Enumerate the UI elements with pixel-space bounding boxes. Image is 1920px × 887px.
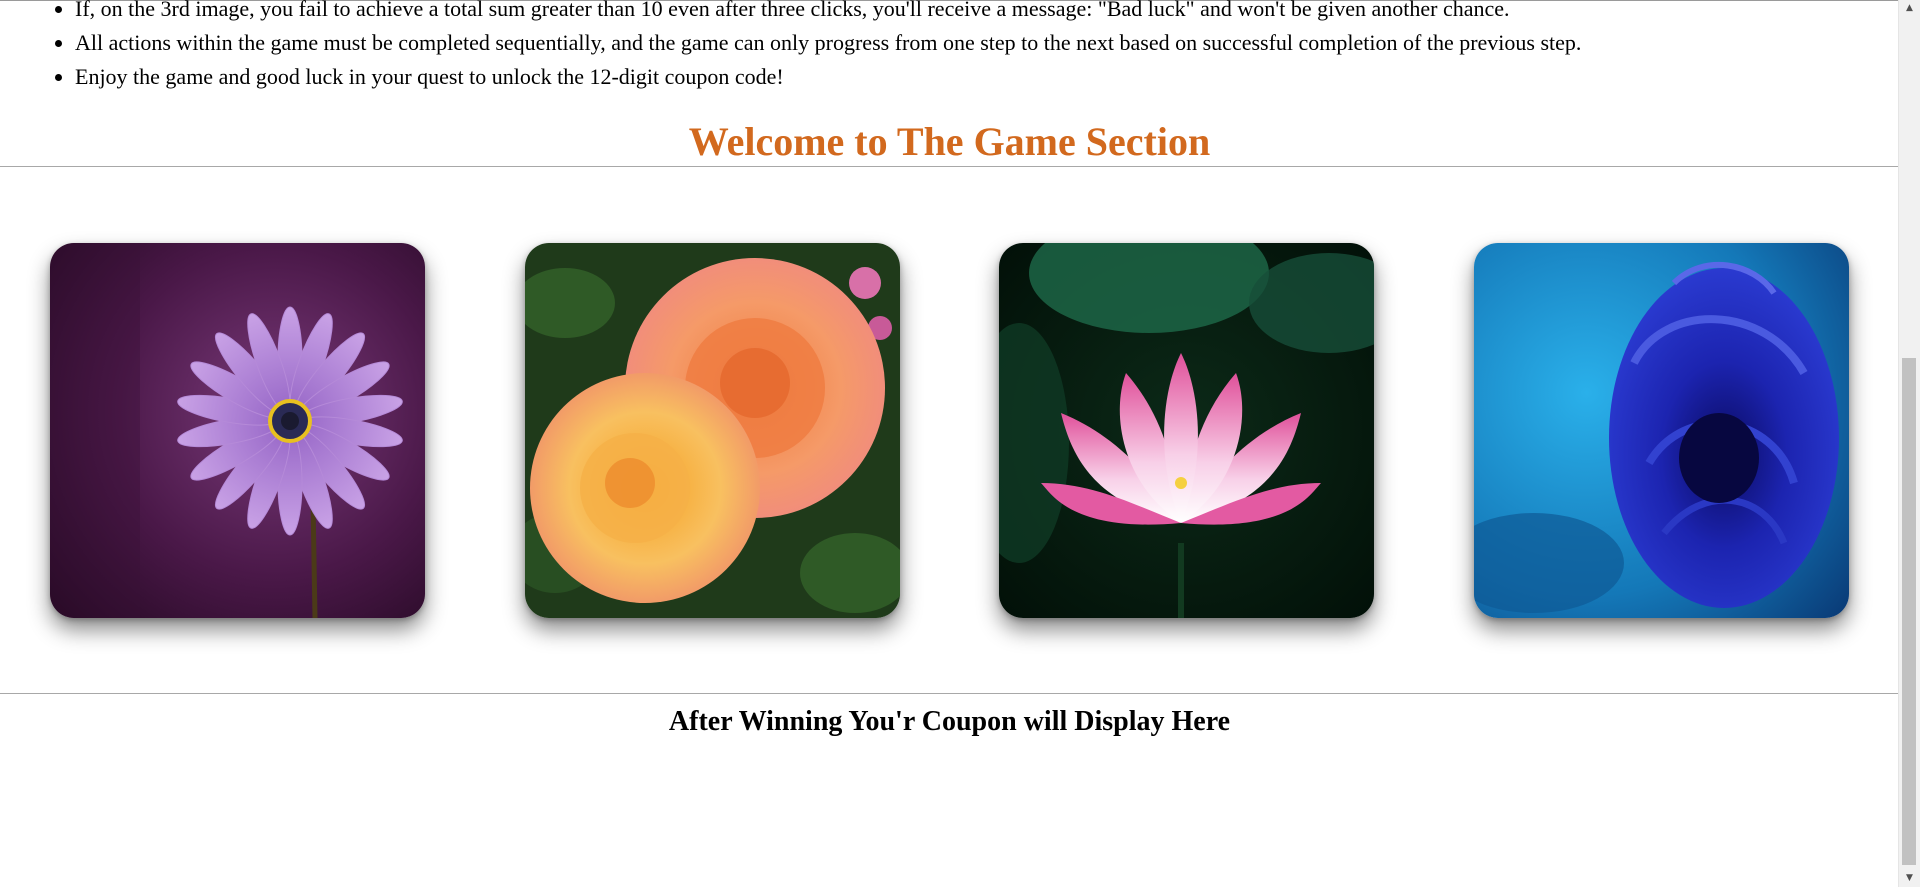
- rules-list: If, on the 3rd image, you fail to achiev…: [0, 0, 1875, 94]
- rule-item: If, on the 3rd image, you fail to achiev…: [75, 0, 1875, 26]
- flower-card-1[interactable]: [50, 243, 425, 618]
- flower-card-4[interactable]: [1474, 243, 1849, 618]
- game-section-heading: Welcome to The Game Section: [688, 119, 1211, 164]
- orange-roses-image: [525, 243, 900, 618]
- rule-item: All actions within the game must be comp…: [75, 26, 1875, 60]
- flower-card-2[interactable]: [525, 243, 900, 618]
- scroll-thumb[interactable]: [1902, 358, 1916, 865]
- rule-item: Enjoy the game and good luck in your que…: [75, 60, 1875, 94]
- scroll-down-arrow-icon[interactable]: ▼: [1899, 870, 1920, 887]
- vertical-scrollbar[interactable]: ▲ ▼: [1898, 0, 1920, 887]
- game-page: If, on the 3rd image, you fail to achiev…: [0, 0, 1899, 887]
- pink-lotus-image: [999, 243, 1374, 618]
- scroll-up-arrow-icon[interactable]: ▲: [1899, 0, 1920, 17]
- game-section-divider-bottom: [0, 693, 1899, 694]
- game-section-divider-top: [0, 166, 1899, 167]
- blue-rose-image: [1474, 243, 1849, 618]
- coupon-heading: After Winning You'r Coupon will Display …: [668, 706, 1231, 737]
- flower-cards: [0, 243, 1899, 618]
- purple-daisy-image: [50, 243, 425, 618]
- flower-card-3[interactable]: [999, 243, 1374, 618]
